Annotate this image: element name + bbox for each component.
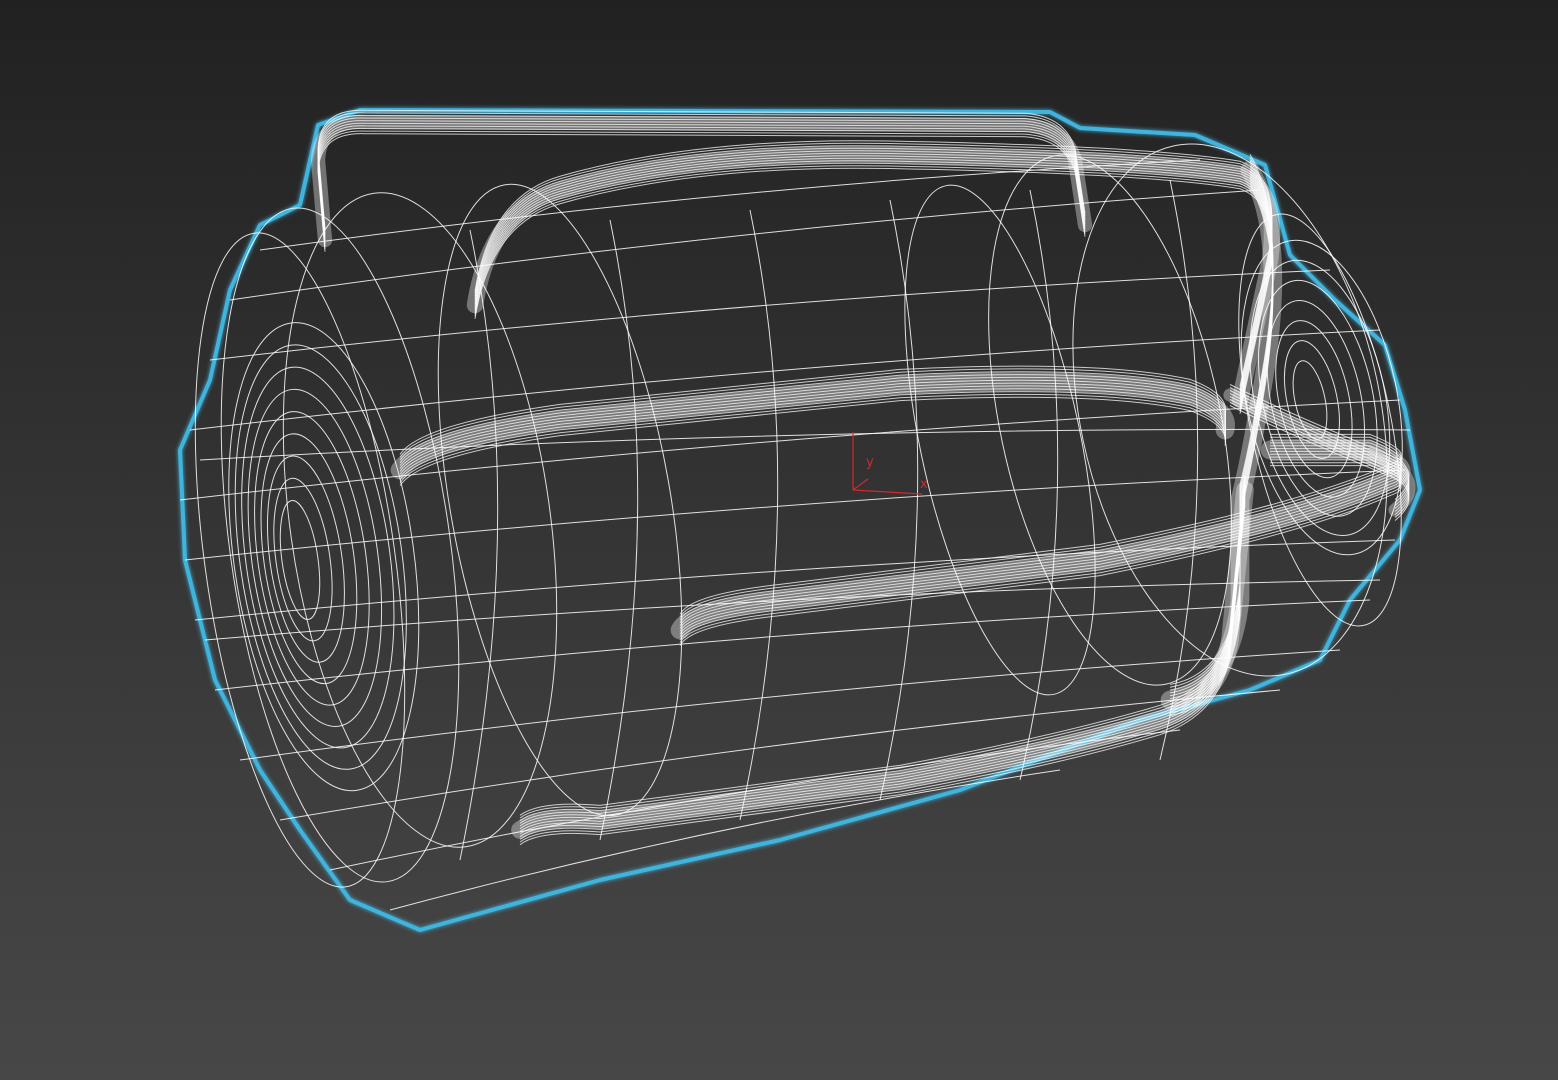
gizmo-x-label: x (920, 477, 928, 492)
gizmo-y-label: y (866, 455, 874, 470)
transform-gizmo[interactable]: y x (852, 432, 928, 495)
wireframe-scene[interactable]: y x (0, 0, 1558, 1080)
gizmo-x-axis[interactable] (852, 489, 923, 495)
gizmo-z-axis[interactable] (852, 478, 869, 491)
3d-viewport[interactable]: y x (0, 0, 1558, 1080)
